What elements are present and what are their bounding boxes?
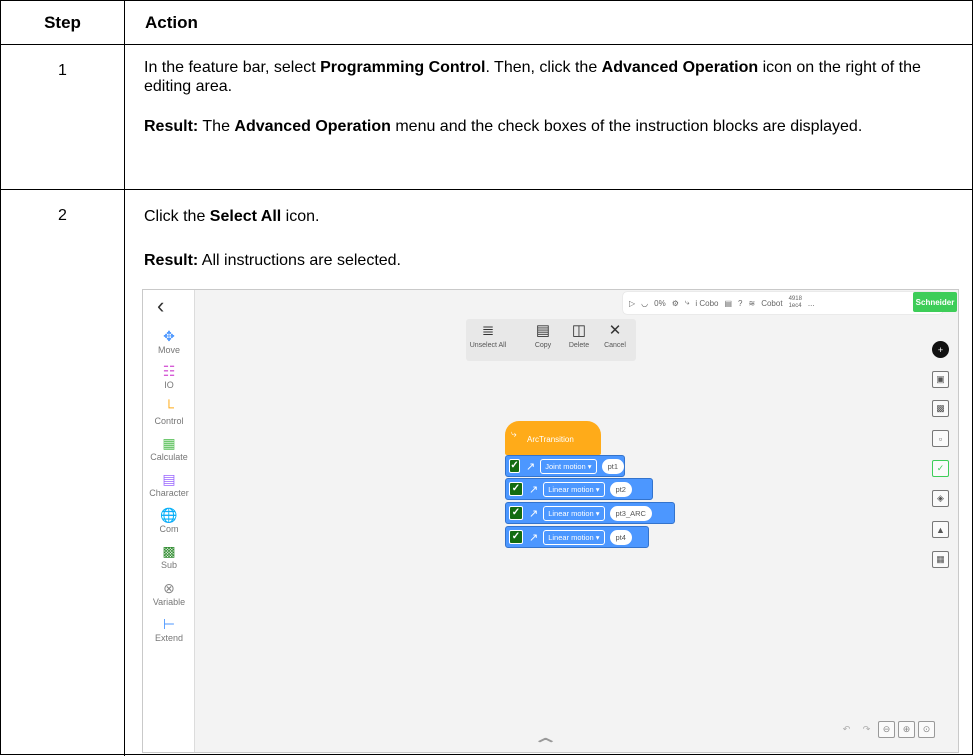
step-number: 2 — [58, 207, 67, 224]
cancel-button[interactable]: ✕ Cancel — [598, 322, 632, 350]
motion-path-icon: ↗ — [529, 483, 539, 496]
more-menu[interactable]: ... — [808, 299, 815, 308]
motion-block[interactable]: ✓ ↗ Joint motion ▾ pt1 — [505, 455, 625, 477]
motion-path-icon: ↗ — [529, 531, 539, 544]
chevron-up-icon[interactable]: ⌃ — [530, 735, 560, 752]
counter: 4918 1ec4 — [788, 296, 802, 309]
redo-icon[interactable]: ↷ — [858, 721, 875, 738]
zoom-toolbar: ↶ ↷ ⊖ ⊕ ⊙ — [838, 721, 948, 741]
shield-icon[interactable]: ◈ — [932, 490, 949, 507]
feature-sidebar: ‹ ✥ Move ☷ IO └ Control ▦ Calculate ▤ Charact… — [143, 290, 195, 752]
motion-type-dropdown[interactable]: Linear motion ▾ — [543, 529, 605, 545]
motion-block[interactable]: ✓ ↗ Linear motion ▾ pt4 — [505, 526, 649, 548]
wifi-icon: ≋ — [748, 298, 756, 308]
extend-icon: ⊢ — [162, 616, 176, 632]
checkbox-checked[interactable]: ✓ — [509, 530, 523, 544]
motion-path-icon: ↗ — [529, 507, 539, 520]
sidebar-item-variable[interactable]: ⊗ Variable — [143, 580, 195, 607]
character-icon: ▤ — [162, 471, 176, 487]
advanced-operation-menu: ≣ Unselect All ▤ Copy ◫ Delete ✕ Cancel — [466, 319, 636, 361]
sidebar-item-com[interactable]: 🌐 Com — [143, 507, 195, 534]
control-icon: └ — [164, 399, 174, 415]
delete-button[interactable]: ◫ Delete — [562, 322, 596, 350]
zoom-reset-icon[interactable]: ⊙ — [918, 721, 935, 738]
sidebar-item-move[interactable]: ✥ Move — [143, 328, 195, 355]
help-icon[interactable]: ? — [738, 299, 742, 308]
point-field[interactable]: pt2 — [609, 481, 632, 497]
motion-block[interactable]: ✓ ↗ Linear motion ▾ pt3_ARC — [505, 502, 675, 524]
add-icon[interactable]: + — [932, 341, 949, 358]
cobot-label: i Cobo — [695, 298, 719, 308]
trash-icon: ◫ — [571, 322, 587, 339]
motion-type-dropdown[interactable]: Joint motion ▾ — [540, 458, 597, 474]
sidebar-item-sub[interactable]: ▩ Sub — [143, 543, 195, 570]
motion-type-dropdown[interactable]: Linear motion ▾ — [543, 481, 605, 497]
point-field[interactable]: pt1 — [601, 458, 624, 474]
save-icon[interactable]: ▣ — [932, 371, 949, 388]
advanced-operation-icon[interactable]: ✓ — [932, 460, 949, 477]
brand-logo: Schneider — [913, 292, 957, 312]
point-field[interactable]: pt3_ARC — [609, 505, 652, 521]
step-number: 1 — [1, 45, 124, 190]
speed-value: 0% — [654, 298, 666, 308]
robot-arm-icon: ⤷ — [511, 429, 517, 440]
header-step: Step — [1, 1, 124, 45]
checkbox-checked[interactable]: ✓ — [509, 459, 521, 473]
close-icon: ✕ — [608, 322, 622, 339]
checklist-icon: ≣ — [481, 322, 495, 339]
copy-button[interactable]: ▤ Copy — [528, 322, 558, 350]
move-icon: ✥ — [163, 328, 175, 344]
arc-transition-block[interactable]: ⤷ ArcTransition — [505, 421, 601, 455]
sidebar-item-io[interactable]: ☷ IO — [143, 363, 195, 390]
checkbox-checked[interactable]: ✓ — [509, 506, 523, 520]
clipboard-icon[interactable]: ▤ — [724, 299, 732, 308]
chevron-left-icon[interactable]: ‹ — [157, 294, 164, 318]
copy-icon: ▤ — [535, 322, 551, 339]
sidebar-item-extend[interactable]: ⊢ Extend — [143, 616, 195, 643]
zoom-in-icon[interactable]: ⊕ — [898, 721, 915, 738]
point-field[interactable]: pt4 — [609, 529, 632, 545]
undo-icon[interactable]: ↶ — [838, 721, 855, 738]
play-icon[interactable]: ▷ — [629, 299, 635, 308]
motion-path-icon: ↗ — [526, 460, 536, 473]
sidebar-item-character[interactable]: ▤ Character — [143, 471, 195, 498]
speed-gauge-icon: ◡ — [641, 298, 649, 308]
com-icon: 🌐 — [160, 507, 178, 523]
motion-block[interactable]: ✓ ↗ Linear motion ▾ pt2 — [505, 478, 653, 500]
save-as-icon[interactable]: ▩ — [932, 400, 949, 417]
robot-arm-icon: ⤷ — [684, 298, 690, 307]
editor-screenshot: ‹ ✥ Move ☷ IO └ Control ▦ Calculate ▤ Charact… — [142, 289, 959, 753]
step-action: In the feature bar, select Programming C… — [124, 45, 973, 190]
io-icon: ☷ — [162, 363, 176, 379]
unselect-all-button[interactable]: ≣ Unselect All — [468, 322, 508, 350]
instruction-text: In the feature bar, select Programming C… — [144, 59, 921, 95]
motion-type-dropdown[interactable]: Linear motion ▾ — [543, 505, 605, 521]
calculator-icon[interactable]: ▦ — [932, 551, 949, 568]
status-bar: ▷ ◡ 0% ⚙ ⤷ i Cobo ▤ ? ≋ Cobot 4918 1ec4 .… — [623, 292, 943, 314]
lock-icon[interactable]: ▲ — [932, 521, 949, 538]
sidebar-item-calculate[interactable]: ▦ Calculate — [143, 435, 195, 462]
cobot-name: Cobot — [761, 298, 783, 308]
zoom-out-icon[interactable]: ⊖ — [878, 721, 895, 738]
result-text: Result: All instructions are selected. — [144, 252, 401, 269]
sidebar-item-control[interactable]: └ Control — [143, 399, 195, 426]
calculate-icon: ▦ — [162, 435, 176, 451]
header-action: Action — [124, 1, 973, 45]
folder-icon[interactable]: ▫ — [932, 430, 949, 447]
variable-icon: ⊗ — [163, 580, 175, 596]
checkbox-checked[interactable]: ✓ — [509, 482, 523, 496]
instruction-table: Step Action 1 In the feature bar, select… — [0, 0, 973, 756]
result-text: Result: The Advanced Operation menu and … — [144, 118, 863, 135]
sub-icon: ▩ — [162, 543, 176, 559]
settings-icon[interactable]: ⚙ — [672, 299, 679, 308]
instruction-text: Click the Select All icon. — [144, 208, 320, 225]
